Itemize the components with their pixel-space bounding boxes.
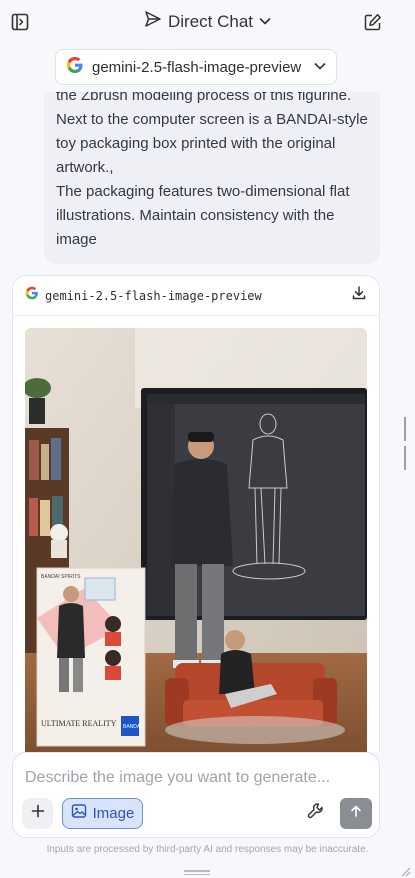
google-logo bbox=[25, 286, 39, 305]
tools-button[interactable] bbox=[303, 800, 329, 826]
paper-plane-icon bbox=[144, 10, 162, 33]
chat-title-selector[interactable]: Direct Chat bbox=[0, 10, 415, 33]
bottom-drag-handle[interactable] bbox=[184, 870, 210, 876]
top-bar: Direct Chat bbox=[0, 0, 415, 44]
model-name: gemini-2.5-flash-image-preview bbox=[92, 58, 302, 76]
image-mode-label: Image bbox=[92, 805, 135, 822]
image-icon bbox=[71, 803, 87, 824]
box-logo-text: BANDAI bbox=[123, 724, 142, 730]
assistant-response: gemini-2.5-flash-image-preview BANDAI SP… bbox=[12, 275, 380, 752]
chat-thread: the Zbrush modeling process of this figu… bbox=[0, 92, 400, 752]
download-icon[interactable] bbox=[351, 285, 367, 306]
response-header: gemini-2.5-flash-image-preview bbox=[13, 276, 379, 316]
prompt-input[interactable] bbox=[25, 765, 365, 791]
resize-grip-icon[interactable] bbox=[399, 864, 411, 877]
edit-icon[interactable] bbox=[361, 10, 385, 34]
chevron-down-icon bbox=[259, 13, 271, 31]
image-mode-button[interactable]: Image bbox=[62, 798, 143, 829]
page-title: Direct Chat bbox=[167, 11, 254, 31]
box-title-text: ULTIMATE REALITY bbox=[41, 719, 117, 728]
user-message-text: the Zbrush modeling process of this figu… bbox=[56, 92, 368, 248]
google-logo bbox=[66, 56, 84, 79]
panel-resize-handle[interactable] bbox=[404, 417, 408, 470]
model-selector[interactable]: gemini-2.5-flash-image-preview bbox=[55, 49, 337, 85]
disclaimer-text: Inputs are processed by third-party AI a… bbox=[46, 844, 369, 855]
wrench-icon bbox=[306, 801, 326, 826]
message-composer: Image bbox=[12, 752, 380, 838]
chevron-down-icon bbox=[314, 58, 326, 76]
user-message: the Zbrush modeling process of this figu… bbox=[44, 92, 380, 264]
generated-image[interactable]: BANDAI SPIRITS ULTIMATE REALITY BANDAI bbox=[25, 328, 367, 752]
arrow-up-icon bbox=[349, 804, 363, 823]
box-brand-text: BANDAI SPIRITS bbox=[41, 574, 81, 580]
response-model-name: gemini-2.5-flash-image-preview bbox=[45, 288, 262, 303]
add-attachment-button[interactable] bbox=[22, 798, 53, 829]
send-button[interactable] bbox=[340, 798, 372, 829]
plus-icon bbox=[31, 804, 45, 823]
